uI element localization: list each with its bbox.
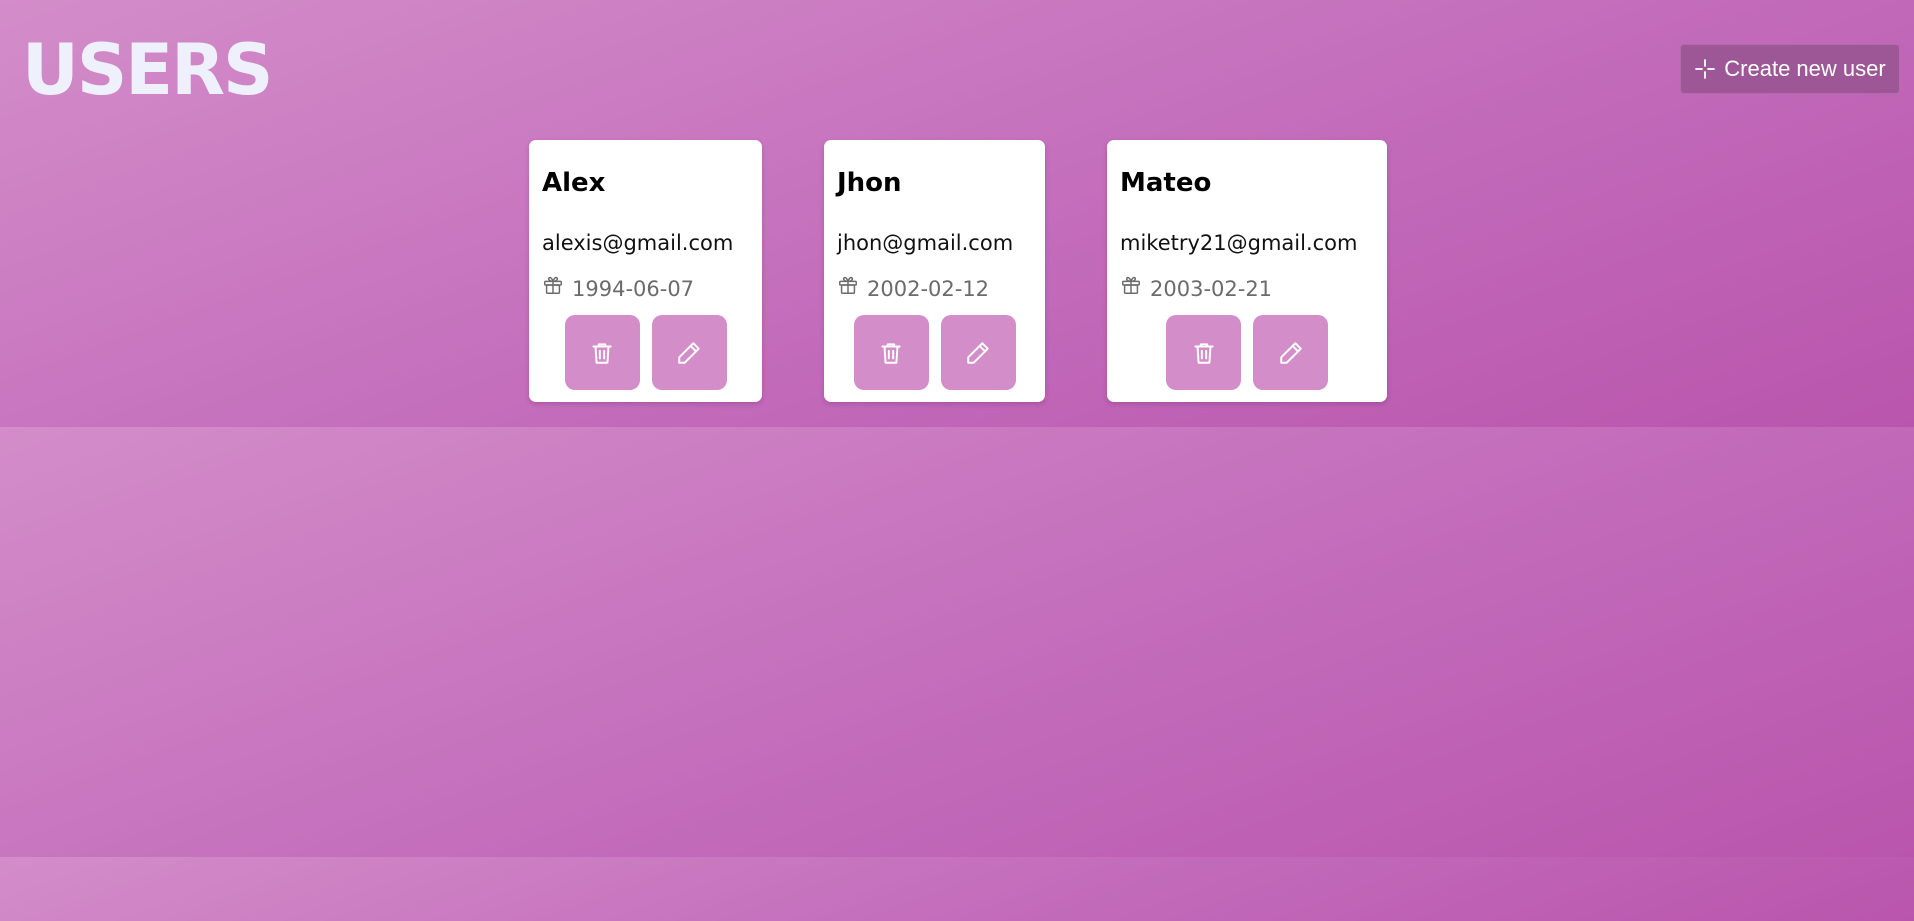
user-birthday: 1994-06-07 bbox=[542, 274, 694, 303]
edit-user-button[interactable] bbox=[940, 315, 1016, 390]
delete-user-button[interactable] bbox=[564, 315, 640, 390]
user-card-actions bbox=[1107, 315, 1387, 390]
trash-icon bbox=[589, 340, 615, 366]
sparkle-icon bbox=[1694, 58, 1716, 80]
user-birthday: 2003-02-21 bbox=[1120, 274, 1272, 303]
create-new-user-button[interactable]: Create new user bbox=[1680, 44, 1900, 94]
user-card: Alex alexis@gmail.com 1994-06-07 bbox=[529, 140, 762, 402]
user-name: Mateo bbox=[1120, 168, 1212, 198]
gift-icon bbox=[837, 274, 859, 303]
gift-icon bbox=[1120, 274, 1142, 303]
user-name: Alex bbox=[542, 168, 606, 198]
pencil-icon bbox=[965, 340, 991, 366]
user-card: Jhon jhon@gmail.com 2002-02-12 bbox=[824, 140, 1045, 402]
pencil-icon bbox=[1278, 340, 1304, 366]
user-email: jhon@gmail.com bbox=[837, 231, 1014, 255]
edit-user-button[interactable] bbox=[651, 315, 727, 390]
user-birthday: 2002-02-12 bbox=[837, 274, 989, 303]
trash-icon bbox=[1191, 340, 1217, 366]
user-email: miketry21@gmail.com bbox=[1120, 231, 1358, 255]
user-card-list: Alex alexis@gmail.com 1994-06-07 Jhon jh… bbox=[0, 140, 1914, 402]
user-card: Mateo miketry21@gmail.com 2003-02-21 bbox=[1107, 140, 1387, 402]
user-card-actions bbox=[529, 315, 762, 390]
user-birthday-value: 1994-06-07 bbox=[572, 276, 695, 301]
user-birthday-value: 2002-02-12 bbox=[867, 276, 990, 301]
delete-user-button[interactable] bbox=[1166, 315, 1241, 390]
trash-icon bbox=[878, 340, 904, 366]
content-section bbox=[0, 427, 1914, 857]
page-title: USERS bbox=[22, 29, 273, 111]
gift-icon bbox=[542, 274, 564, 303]
edit-user-button[interactable] bbox=[1253, 315, 1328, 390]
pencil-icon bbox=[676, 340, 702, 366]
delete-user-button[interactable] bbox=[853, 315, 929, 390]
create-new-user-label: Create new user bbox=[1724, 56, 1886, 81]
user-card-actions bbox=[824, 315, 1045, 390]
footer-section bbox=[0, 857, 1914, 921]
user-email: alexis@gmail.com bbox=[542, 231, 734, 255]
user-name: Jhon bbox=[837, 168, 902, 198]
user-birthday-value: 2003-02-21 bbox=[1150, 276, 1273, 301]
